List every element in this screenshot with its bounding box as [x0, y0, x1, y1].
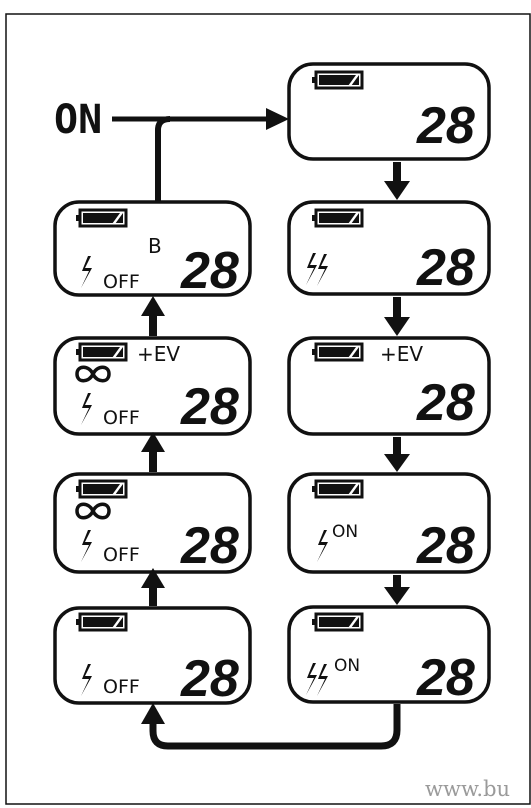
- frame-count: 28: [180, 378, 239, 436]
- arrow-down-icon: [384, 575, 410, 605]
- return-connector: [141, 703, 401, 750]
- display-5: ON 28: [287, 605, 491, 707]
- flash-mode-label: OFF: [103, 676, 140, 698]
- flash-mode-label: OFF: [103, 544, 140, 566]
- frame-count: 28: [416, 649, 475, 707]
- start-connector: [112, 108, 289, 208]
- arrow-up-icon: [141, 432, 165, 472]
- arrow-down-icon: [384, 297, 410, 336]
- arrow-up-icon: [141, 296, 165, 336]
- display-2: 28: [287, 200, 491, 297]
- frame-count: 28: [180, 242, 239, 300]
- display-8: +EV OFF 28: [53, 336, 252, 436]
- flash-mode-cycle-diagram: ON 28 28 +EV 28 ON 28 ON 28 OFF 28 OFF 2…: [5, 13, 531, 805]
- flash-mode-label: ON: [332, 522, 358, 542]
- frame-count: 28: [416, 517, 475, 575]
- display-1: 28: [287, 62, 491, 161]
- arrow-down-icon: [384, 162, 410, 200]
- frame-count: 28: [180, 517, 239, 575]
- display-6: OFF 28: [53, 606, 252, 708]
- bulb-indicator: B: [148, 234, 162, 258]
- display-3: +EV 28: [287, 336, 491, 436]
- arrow-down-icon: [384, 437, 410, 472]
- display-4: ON 28: [287, 472, 491, 575]
- watermark: www.bu: [425, 777, 510, 801]
- flash-mode-label: OFF: [103, 271, 140, 293]
- frame-count: 28: [416, 239, 475, 297]
- frame-count: 28: [180, 650, 239, 708]
- ev-indicator: +EV: [380, 342, 423, 366]
- on-label: ON: [54, 97, 102, 143]
- ev-indicator: +EV: [137, 342, 180, 366]
- frame-count: 28: [416, 97, 475, 155]
- flash-mode-label: ON: [334, 656, 360, 676]
- frame-count: 28: [416, 374, 475, 432]
- flash-mode-label: OFF: [103, 407, 140, 429]
- arrow-right-icon: [266, 108, 289, 130]
- display-7: OFF 28: [53, 472, 252, 575]
- display-9: B OFF 28: [53, 200, 252, 300]
- arrow-up-icon: [141, 703, 165, 724]
